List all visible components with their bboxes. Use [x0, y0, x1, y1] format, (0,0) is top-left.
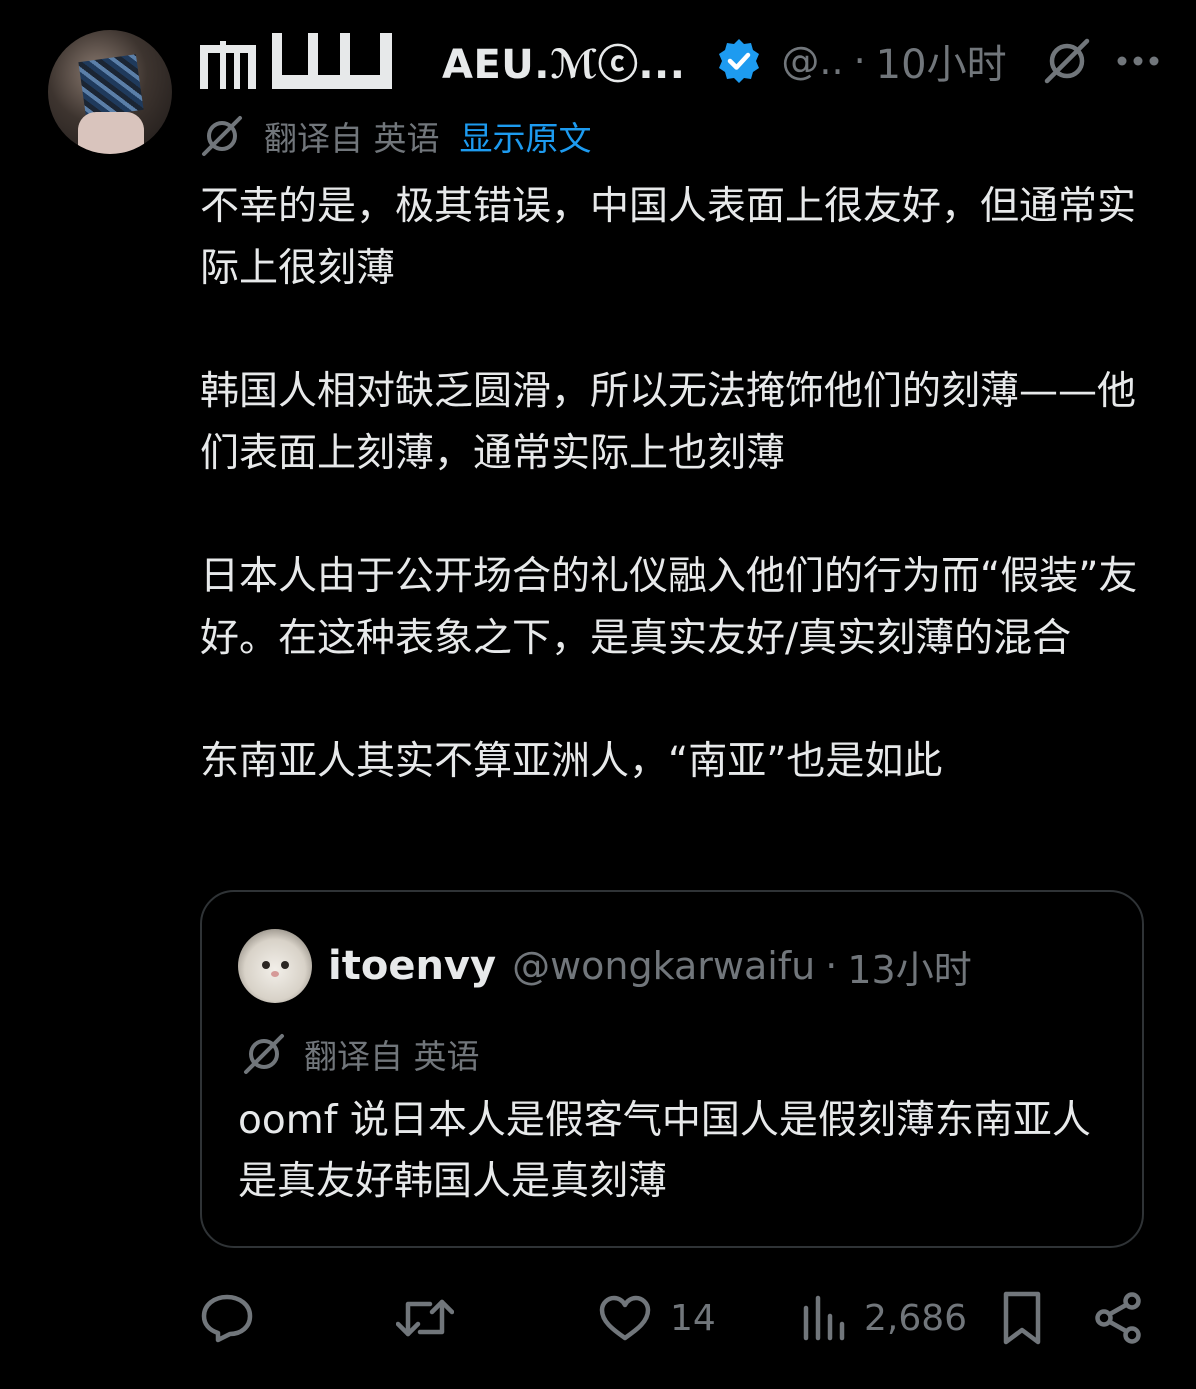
- author-display-name[interactable]: AEU.ℳⓒ...: [442, 32, 685, 90]
- quoted-author-avatar: [238, 929, 312, 1003]
- more-options-icon[interactable]: [1114, 51, 1162, 71]
- quoted-tweet-time: 13小时: [847, 947, 972, 992]
- separator-dot: ·: [853, 39, 866, 83]
- quoted-translation-label: 翻译自 英语: [304, 1037, 480, 1076]
- avatar-image-detail: [271, 971, 279, 977]
- translation-label: 翻译自 英语: [264, 119, 440, 158]
- quoted-author-name: itoenvy: [328, 943, 497, 989]
- tweet-paragraph: 日本人由于公开场合的礼仪融入他们的行为而“假装”友好。在这种表象之下，是真实友好…: [200, 554, 1138, 661]
- quoted-author-handle: @wongkarwaifu: [512, 944, 816, 988]
- translate-icon: [202, 116, 242, 156]
- retweet-icon: [396, 1299, 454, 1337]
- reply-button[interactable]: [200, 1286, 272, 1350]
- bookmark-icon: [1003, 1291, 1041, 1345]
- verified-badge-icon: [719, 39, 760, 83]
- views-count: 2,686: [864, 1297, 968, 1339]
- retweet-button[interactable]: [396, 1286, 472, 1350]
- bookmark-button[interactable]: [1000, 1286, 1044, 1350]
- avatar-image-detail: [78, 112, 144, 154]
- translate-icon: [244, 1034, 284, 1074]
- quoted-tweet-text: oomf 说日本人是假客气中国人是假刻薄东南亚人是真友好韩国人是真刻薄: [238, 1098, 1091, 1204]
- grok-icon[interactable]: [1041, 35, 1093, 87]
- heart-icon: [599, 1295, 651, 1341]
- quoted-tweet-card[interactable]: itoenvy @wongkarwaifu · 13小时 翻译自 英语 oomf…: [200, 890, 1144, 1248]
- tweet-header: AEU.ℳⓒ... @.. · 10小时: [200, 30, 1162, 92]
- tweet-action-bar: 14 2,686: [200, 1286, 1146, 1350]
- quoted-tweet-header: itoenvy @wongkarwaifu · 13小时: [238, 928, 972, 1004]
- share-button[interactable]: [1094, 1286, 1142, 1350]
- avatar-image-detail: [281, 961, 289, 969]
- like-count: 14: [670, 1297, 716, 1339]
- avatar-image-detail: [262, 961, 270, 969]
- separator-dot: ·: [825, 944, 838, 988]
- reply-icon: [201, 1294, 253, 1343]
- tweet-paragraph: 东南亚人其实不算亚洲人，“南亚”也是如此: [200, 739, 943, 784]
- tweet-time[interactable]: 10小时: [876, 32, 1007, 90]
- tweet-paragraph: 韩国人相对缺乏圆滑，所以无法掩饰他们的刻薄——他们表面上刻薄，通常实际上也刻薄: [200, 369, 1137, 476]
- translation-notice: 翻译自 英语 显示原文: [200, 108, 592, 164]
- display-name-glyphs: [200, 33, 396, 89]
- author-avatar[interactable]: [48, 30, 172, 154]
- tweet-paragraph: 不幸的是，极其错误，中国人表面上很友好，但通常实际上很刻薄: [200, 184, 1137, 291]
- tweet-text: 不幸的是，极其错误，中国人表面上很友好，但通常实际上很刻薄 韩国人相对缺乏圆滑，…: [200, 176, 1160, 793]
- avatar-image-detail: [78, 54, 144, 118]
- like-button[interactable]: 14: [598, 1286, 716, 1350]
- author-handle[interactable]: @..: [781, 39, 843, 83]
- share-icon: [1095, 1292, 1141, 1344]
- views-button[interactable]: 2,686: [802, 1286, 967, 1350]
- quoted-translation-notice: 翻译自 英语: [242, 1028, 480, 1080]
- show-original-link[interactable]: 显示原文: [460, 112, 592, 160]
- views-chart-icon: [803, 1295, 845, 1341]
